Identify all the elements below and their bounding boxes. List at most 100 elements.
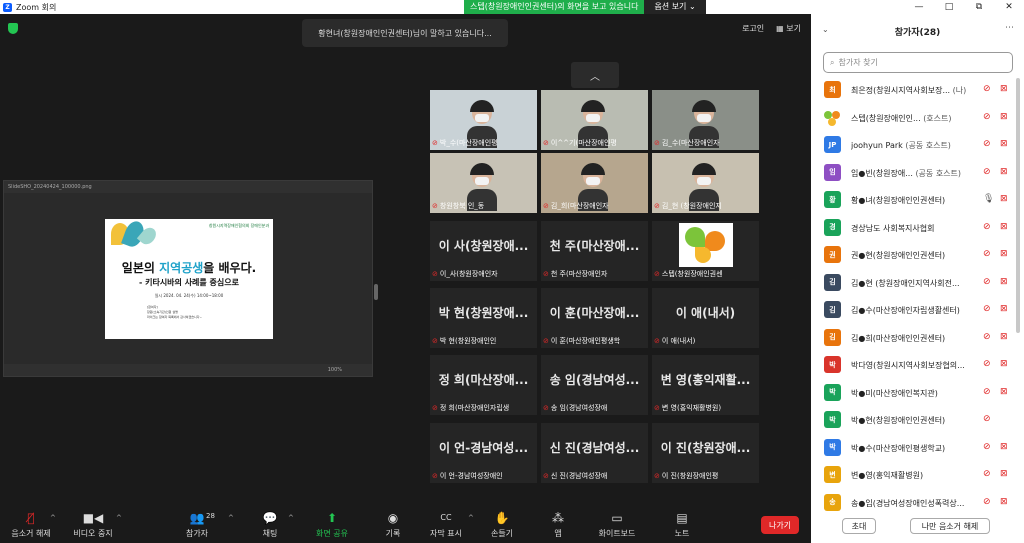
mic-muted-icon[interactable]: ⊘ xyxy=(983,304,991,314)
gallery-page-up-button[interactable]: ︿ xyxy=(571,62,619,88)
video-tile[interactable]: 이 언-경남여성... ⊘ 이 언-경남여성장애인 xyxy=(430,423,537,483)
video-tile[interactable]: 천 주(마산장애... ⊘ 천 주(마산장애인자 xyxy=(541,221,648,281)
video-tile[interactable]: 정 희(마산장애... ⊘ 정 희(마산장애인자립생 xyxy=(430,355,537,415)
avatar: 박 xyxy=(824,438,841,456)
video-tile[interactable]: 박 현(창원장애... ⊘ 박 현(창원장애인인 xyxy=(430,288,537,348)
grid-view-icon: ▦ xyxy=(776,24,787,33)
mic-muted-icon: ⊘ xyxy=(432,337,438,345)
meeting-toolbar: 🎙̸ 음소거 해제 ^ ■◀ 비디오 중지 ^ 👥 28 참가자 ^ 💬 채팅 … xyxy=(0,502,811,543)
maximize-button[interactable]: □ xyxy=(934,0,964,14)
participant-row[interactable]: 경 경상남도 사회복지사협회 ⊘ ⊠ xyxy=(811,216,1016,243)
mic-muted-icon[interactable]: ⊘ xyxy=(983,359,991,369)
participant-row[interactable]: 임 임●빈(창원장애... (공동 호스트) ⊘ ⊠ xyxy=(811,161,1016,188)
shared-screen-filename: SlideSHO_20240424_100000.png xyxy=(4,181,372,193)
unmute-me-button[interactable]: 나만 음소거 해제 xyxy=(910,518,990,534)
chat-options-caret[interactable]: ^ xyxy=(288,514,294,522)
participant-row[interactable]: 송 송●임(경남여성장애인성폭력상... ⊘ ⊠ xyxy=(811,491,1016,515)
split-drag-handle[interactable] xyxy=(374,284,378,300)
whiteboard-button[interactable]: ▭ 화이트보드 xyxy=(582,510,652,539)
mic-muted-icon[interactable]: ⊘ xyxy=(983,497,991,507)
share-screen-button[interactable]: ⬆ 화면 공유 xyxy=(297,510,367,539)
video-tile[interactable]: 이 진(창원장애... ⊘ 이 진(창원장애인평 xyxy=(652,423,759,483)
mic-muted-icon: ⊘ xyxy=(543,270,549,278)
participant-row[interactable]: 김 김●현 (창원장애인지역사회전... ⊘ ⊠ xyxy=(811,271,1016,298)
participant-row[interactable]: 박 박●현(창원장애인인권센터) ⊘ xyxy=(811,408,1016,435)
mic-muted-icon[interactable]: ⊘ xyxy=(983,414,991,424)
mic-muted-icon[interactable]: ⊘ xyxy=(983,442,991,452)
mic-muted-icon[interactable]: ⊘ xyxy=(983,387,991,397)
participants-button[interactable]: 👥 28 참가자 xyxy=(162,510,232,539)
mic-muted-icon: ⊘ xyxy=(432,202,438,210)
logo-button[interactable]: 로고인 xyxy=(742,23,764,34)
minimize-button[interactable]: — xyxy=(904,0,934,14)
unmute-button[interactable]: 🎙̸ 음소거 해제 xyxy=(0,510,66,539)
camera-off-icon: ⊠ xyxy=(1000,359,1008,369)
mic-muted-icon[interactable]: ⊘ xyxy=(983,222,991,232)
participants-icon: 👥 xyxy=(189,511,205,525)
video-tile[interactable]: ⊘ 박_수(마산장애인평 xyxy=(430,90,537,150)
participant-name: 박●수(마산장애인평생학교) xyxy=(851,443,946,453)
participant-list-scrollbar[interactable] xyxy=(1016,78,1020,333)
video-tile[interactable]: 신 진(경남여성... ⊘ 신 진(경남여성장애 xyxy=(541,423,648,483)
avatar: 임 xyxy=(824,163,841,181)
participant-name: 신 진(경남여성장애 xyxy=(550,472,608,480)
mic-muted-icon[interactable]: ⊘ xyxy=(983,84,991,94)
participant-name-display: 이 언-경남여성... xyxy=(438,441,529,455)
video-tile[interactable]: ⊘ 이^^기(마산장애인평 xyxy=(541,90,648,150)
participant-search-input[interactable]: ⌕ 참가자 찾기 xyxy=(823,52,1013,73)
video-tile[interactable]: ⊘ 김_수(마산장애인자 xyxy=(652,90,759,150)
video-tile[interactable]: ⊘ 스텝(창원장애인권센 xyxy=(652,221,759,281)
search-icon: ⌕ xyxy=(830,57,835,67)
video-tile[interactable]: ⊘ 김_희(마산장애인자 xyxy=(541,153,648,213)
participant-row[interactable]: 황 황●녀(창원장애인인권센터) 🎙 ⊠ xyxy=(811,188,1016,215)
participant-row[interactable]: 변 변●영(홍익재활병원) ⊘ ⊠ xyxy=(811,463,1016,490)
participant-row[interactable]: 스텝(창원장애인인... (호스트) ⊘ ⊠ xyxy=(811,106,1016,133)
participants-panel: ⌄ 참가자(28) ⋯ ⌕ 참가자 찾기 최 최은정(창원시지역사회보장... (… xyxy=(811,14,1024,543)
mic-muted-icon[interactable]: ⊘ xyxy=(983,139,991,149)
video-tile[interactable]: 이 애(내서) ⊘ 이 애(내서) xyxy=(652,288,759,348)
avatar: JP xyxy=(824,136,841,153)
video-tile[interactable]: ⊘ 김_현 (창원장애인지 xyxy=(652,153,759,213)
view-options-button[interactable]: 옵션 보기 ⌄ xyxy=(644,0,706,14)
participant-row[interactable]: 권 권●현(창원장애인인권센터) ⊘ ⊠ xyxy=(811,243,1016,270)
invite-button[interactable]: 초대 xyxy=(842,518,876,534)
video-tile[interactable]: 송 임(경남여성... ⊘ 송 임(경남여성장애 xyxy=(541,355,648,415)
participant-row[interactable]: JP joohyun Park (공동 호스트) ⊘ ⊠ xyxy=(811,133,1016,160)
leave-button[interactable]: 나가기 xyxy=(761,516,799,534)
notes-button[interactable]: ▤ 노트 xyxy=(647,510,717,539)
participant-row[interactable]: 김 김●수(마산장애인자립생활센터) ⊘ ⊠ xyxy=(811,298,1016,325)
zoom-logo-icon: Z xyxy=(3,2,12,12)
camera-off-icon: ⊠ xyxy=(1000,166,1008,177)
mic-muted-icon[interactable]: ⊘ xyxy=(983,277,991,287)
mic-muted-icon[interactable]: ⊘ xyxy=(983,112,991,122)
participant-row[interactable]: 박 박●수(마산장애인평생학교) ⊘ ⊠ xyxy=(811,436,1016,463)
video-tile[interactable]: 이 훈(마산장애... ⊘ 이 훈(마산장애인평생학 xyxy=(541,288,648,348)
more-options-icon[interactable]: ⋯ xyxy=(1005,23,1014,33)
participants-options-caret[interactable]: ^ xyxy=(228,514,234,522)
slide-details: [참여자] 창원(소속기관)인원 설명 마이크는 참여자 목록에서 감사하겠습니… xyxy=(147,305,203,319)
security-shield-icon[interactable] xyxy=(8,23,18,34)
participant-row[interactable]: 최 최은정(창원시지역사회보장... (나) ⊘ ⊠ xyxy=(811,78,1016,105)
video-tile[interactable]: 변 영(홍익재활... ⊘ 변 영(홍익재활병원) xyxy=(652,355,759,415)
video-tile[interactable]: ⊘ 창원창북 인_동 xyxy=(430,153,537,213)
mic-muted-icon[interactable]: ⊘ xyxy=(983,469,991,479)
video-options-caret[interactable]: ^ xyxy=(116,514,122,522)
mic-muted-icon[interactable]: ⊘ xyxy=(983,249,991,259)
mic-muted-icon: 🎙̸ xyxy=(27,511,35,525)
chat-button[interactable]: 💬 채팅 xyxy=(235,510,305,539)
participant-name: 박 현(창원장애인인 xyxy=(439,337,497,345)
participant-row[interactable]: 박 박●미(마산장애인복지관) ⊘ ⊠ xyxy=(811,381,1016,408)
participant-row[interactable]: 김 김●희(마산장애인인권센터) ⊘ ⊠ xyxy=(811,326,1016,353)
video-tile-caption: ⊘ 박 현(창원장애인인 xyxy=(432,336,535,346)
mic-muted-icon[interactable]: ⊘ xyxy=(983,167,991,177)
video-tile[interactable]: 이 사(창원장애... ⊘ 이_사(창원장애인자 xyxy=(430,221,537,281)
mic-muted-icon[interactable]: ⊘ xyxy=(983,332,991,342)
participant-name-display: 이 애(내서) xyxy=(675,306,736,320)
restore-button[interactable]: ⧉ xyxy=(964,0,994,14)
view-button[interactable]: ▦ 보기 xyxy=(776,23,801,34)
close-button[interactable]: ✕ xyxy=(994,0,1024,14)
participant-name: 최은정(창원시지역사회보장... (나) xyxy=(851,86,967,95)
mic-icon[interactable]: 🎙 xyxy=(983,194,994,204)
audio-options-caret[interactable]: ^ xyxy=(50,514,56,522)
participant-row[interactable]: 박 박다영(창원시지역사회보장협의... ⊘ ⊠ xyxy=(811,353,1016,380)
